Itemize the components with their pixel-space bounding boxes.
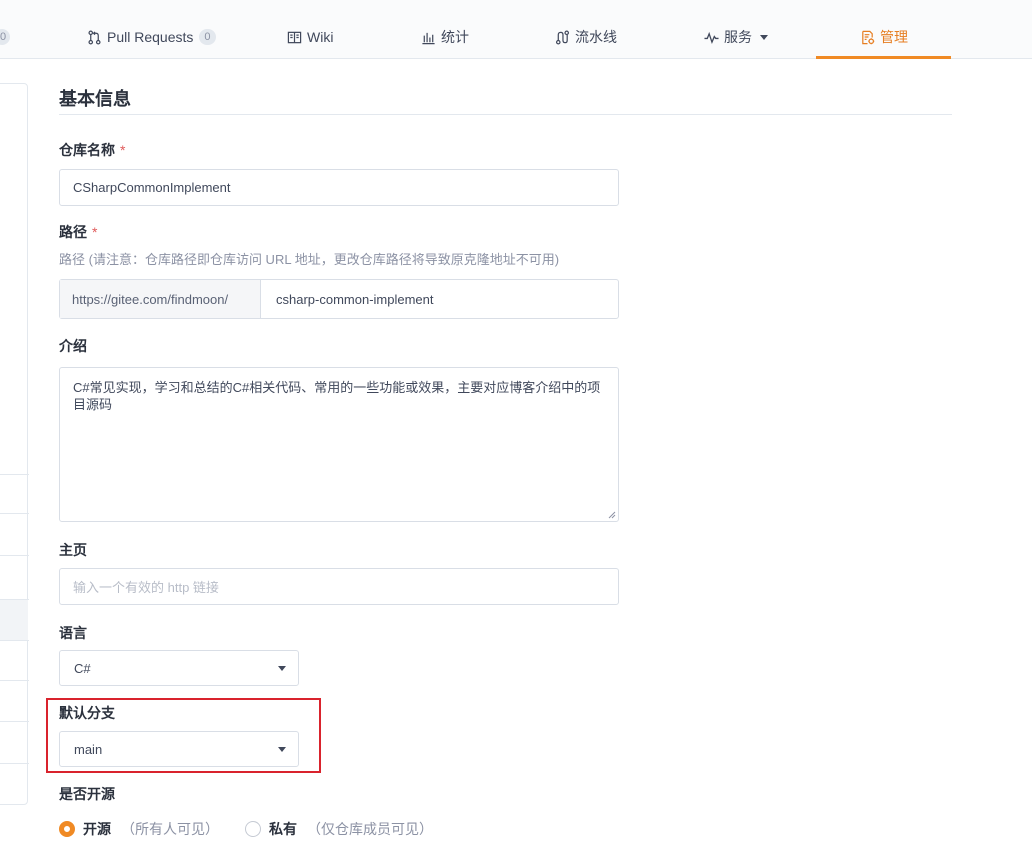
tab-pipeline-label: 流水线 — [575, 29, 617, 45]
intro-text: C#常见实现，学习和总结的C#相关代码、常用的一些功能或效果，主要对应博客介绍中… — [73, 380, 601, 412]
tab-manage-label: 管理 — [880, 29, 908, 45]
section-divider — [59, 114, 952, 115]
tab-services[interactable]: 服务 — [704, 24, 768, 50]
required-mark: * — [92, 224, 98, 240]
sidebar-divider — [0, 640, 29, 641]
tab-manage[interactable]: 管理 — [860, 24, 908, 50]
page-title: 基本信息 — [59, 89, 131, 109]
open-source-radio-group: 开源 （所有人可见） 私有 （仅仓库成员可见） — [59, 819, 459, 839]
repo-name-label-text: 仓库名称 — [59, 142, 115, 158]
repo-name-input[interactable]: CSharpCommonImplement — [59, 169, 619, 206]
pull-requests-count-badge: 0 — [199, 29, 216, 45]
repo-nav-bar: 0 Pull Requests 0 Wiki 统计 流水线 服务 管理 — [0, 0, 1032, 59]
pull-request-icon — [88, 30, 101, 44]
homepage-label: 主页 — [59, 542, 87, 558]
sidebar-divider — [0, 555, 29, 556]
radio-open-source-desc: （所有人可见） — [121, 821, 219, 837]
radio-private[interactable] — [245, 821, 261, 837]
sidebar-divider — [0, 513, 29, 514]
language-label: 语言 — [59, 625, 87, 641]
tab-services-label: 服务 — [724, 29, 752, 45]
language-selected-value: C# — [74, 660, 91, 676]
homepage-input[interactable]: 输入一个有效的 http 链接 — [59, 568, 619, 605]
sidebar-divider — [0, 763, 29, 764]
pipeline-icon — [555, 30, 570, 44]
path-label: 路径 * — [59, 222, 97, 242]
intro-textarea[interactable]: C#常见实现，学习和总结的C#相关代码、常用的一些功能或效果，主要对应博客介绍中… — [59, 367, 619, 522]
settings-sidebar — [0, 83, 29, 805]
path-input-group: https://gitee.com/findmoon/ csharp-commo… — [59, 279, 619, 319]
repo-name-label: 仓库名称 * — [59, 140, 125, 160]
active-tab-indicator — [816, 56, 951, 59]
tab-statistics[interactable]: 统计 — [421, 24, 469, 50]
tab-pull-requests-label: Pull Requests — [107, 29, 194, 45]
highlight-box — [46, 698, 321, 773]
radio-open-source-label[interactable]: 开源 — [83, 819, 111, 839]
book-icon — [287, 31, 302, 43]
pulse-icon — [704, 31, 719, 44]
intro-label: 介绍 — [59, 338, 87, 354]
open-source-label: 是否开源 — [59, 786, 115, 802]
sidebar-divider — [0, 474, 29, 475]
path-url-prefix: https://gitee.com/findmoon/ — [60, 280, 261, 318]
resize-grip-icon[interactable] — [608, 511, 616, 519]
tab-wiki[interactable]: Wiki — [287, 24, 333, 50]
sidebar-divider — [0, 599, 29, 600]
sidebar-item-active[interactable] — [0, 599, 28, 640]
bar-chart-icon — [422, 32, 435, 44]
path-hint: 路径 (请注意：仓库路径即仓库访问 URL 地址，更改仓库路径将导致原克隆地址不… — [59, 252, 560, 267]
tab-pull-requests[interactable]: Pull Requests 0 — [87, 24, 216, 50]
path-input[interactable]: csharp-common-implement — [261, 280, 618, 318]
caret-down-icon — [278, 666, 286, 671]
radio-open-source[interactable] — [59, 821, 75, 837]
manage-settings-icon — [862, 30, 875, 44]
tab-wiki-label: Wiki — [307, 29, 334, 45]
language-select[interactable]: C# — [59, 650, 299, 686]
issues-count-badge: 0 — [0, 29, 11, 45]
tab-statistics-label: 统计 — [441, 29, 469, 45]
required-mark: * — [120, 142, 126, 158]
sidebar-divider — [0, 721, 29, 722]
radio-private-label[interactable]: 私有 — [269, 819, 297, 839]
path-label-text: 路径 — [59, 224, 87, 240]
tab-pipeline[interactable]: 流水线 — [555, 24, 617, 50]
radio-private-desc: （仅仓库成员可见） — [307, 821, 433, 837]
sidebar-divider — [0, 680, 29, 681]
chevron-down-icon — [760, 34, 768, 40]
